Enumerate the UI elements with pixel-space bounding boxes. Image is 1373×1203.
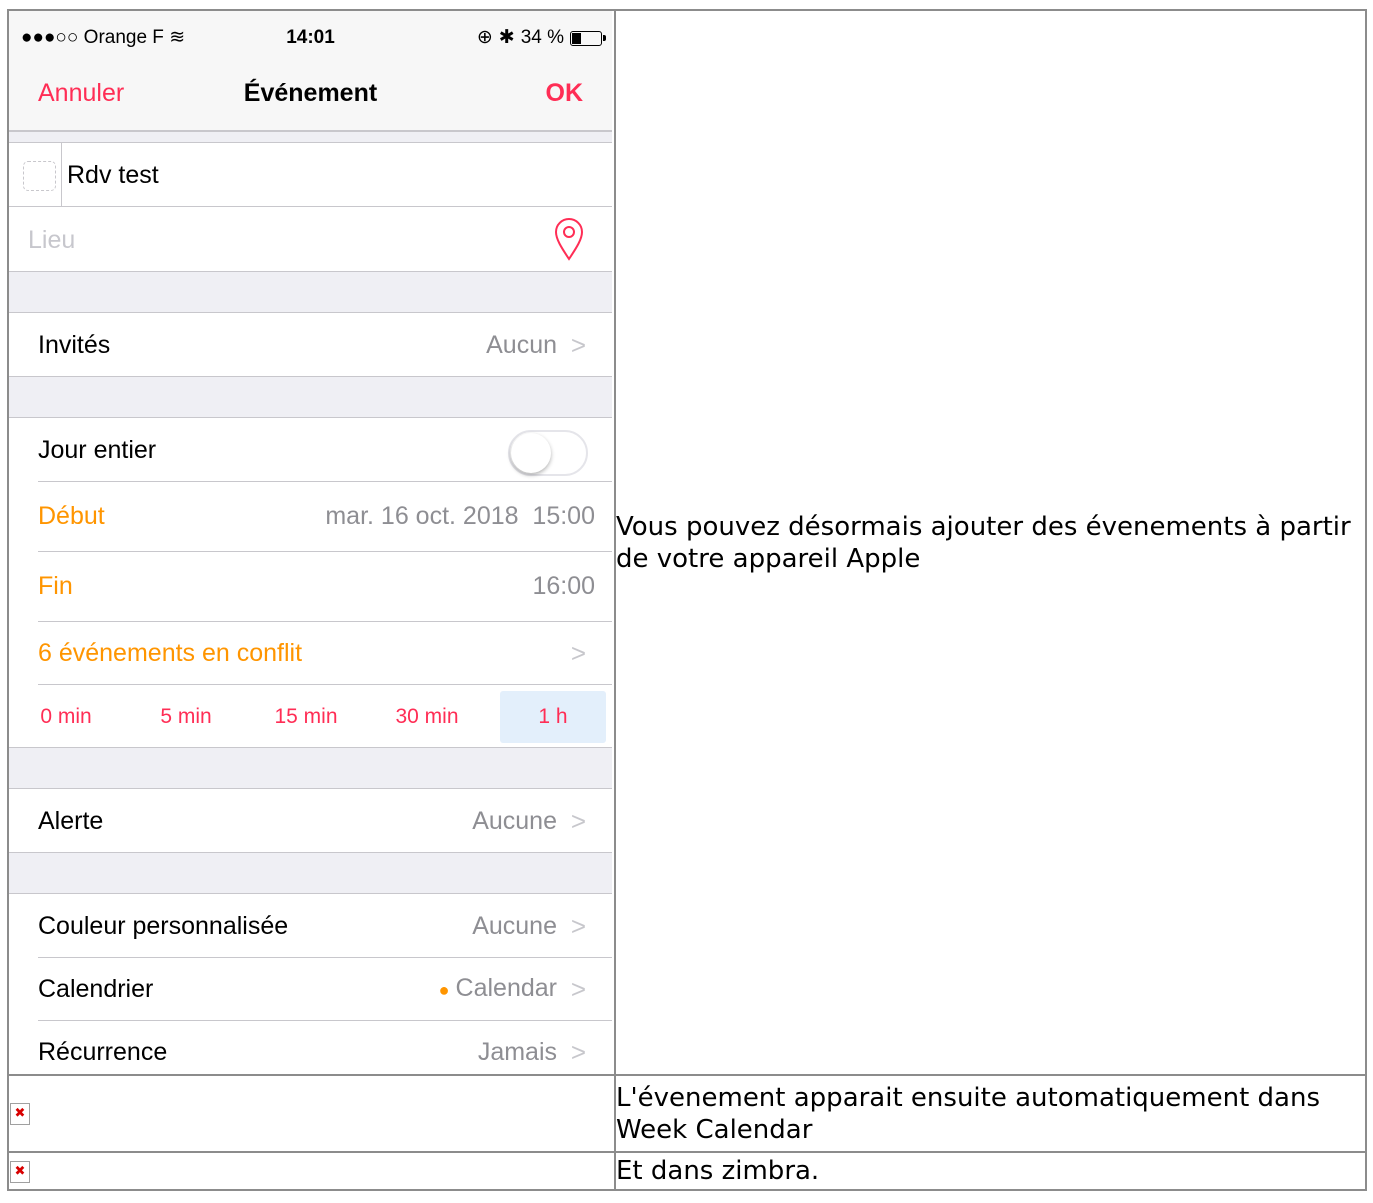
chevron-right-icon: > (570, 329, 586, 360)
chevron-right-icon: > (570, 973, 586, 1004)
duration-1h[interactable]: 1 h (500, 691, 606, 743)
invitees-group: Invités Aucun > (9, 313, 612, 377)
calendar-value: ● Calendar (439, 972, 557, 1006)
custom-color-row[interactable]: Couleur personnalisée Aucune > (9, 894, 612, 957)
invitees-value: Aucun (486, 330, 557, 359)
status-bar: ●●●○○ Orange F ≋ 14:01 ⊕ ✱ 34 % (9, 11, 612, 55)
image-cell-3: ✖ (7, 1151, 616, 1191)
doc-table: ●●●○○ Orange F ≋ 14:01 ⊕ ✱ 34 % Annuler … (7, 9, 1367, 1191)
status-right: ⊕ ✱ 34 % (476, 22, 606, 54)
recurrence-row[interactable]: Récurrence Jamais > (9, 1020, 612, 1074)
title-divider (61, 143, 62, 206)
duration-picker: 0 min 5 min 15 min 30 min 1 h (9, 684, 612, 747)
alert-group: Alerte Aucune > (9, 789, 612, 853)
time-group: Jour entier Début mar. 16 oct. 2018 15:0… (9, 418, 612, 748)
image-cell-2: ✖ (7, 1074, 616, 1153)
conflicts-row[interactable]: 6 événements en conflit > (9, 621, 612, 684)
nav-bar: Annuler Événement OK (9, 55, 612, 132)
alert-label: Alerte (38, 806, 104, 835)
event-checkbox-icon[interactable] (23, 161, 56, 191)
recurrence-value: Jamais (477, 1037, 557, 1066)
nav-title: Événement (243, 79, 378, 107)
duration-0min[interactable]: 0 min (13, 691, 119, 743)
chevron-right-icon: > (570, 1036, 586, 1067)
broken-image-icon: ✖ (10, 1103, 30, 1125)
section-gap (9, 853, 612, 894)
recurrence-label: Récurrence (38, 1037, 168, 1066)
end-value: 16:00 (532, 572, 595, 600)
description-text: Et dans zimbra. (616, 1156, 820, 1186)
duration-15min[interactable]: 15 min (253, 691, 359, 743)
duration-30min[interactable]: 30 min (374, 691, 480, 743)
description-cell-1: Vous pouvez désormais ajouter des évenem… (614, 9, 1367, 1076)
ok-button[interactable]: OK (546, 77, 584, 109)
title-row[interactable]: Rdv test (9, 143, 612, 206)
settings-group: Couleur personnalisée Aucune > Calendrie… (9, 894, 612, 1074)
calendar-row[interactable]: Calendrier ● Calendar > (9, 957, 612, 1020)
event-title-field[interactable]: Rdv test (67, 159, 159, 191)
section-gap (9, 132, 612, 143)
chevron-right-icon: > (570, 805, 586, 836)
orientation-lock-icon: ⊕ (476, 27, 493, 48)
location-pin-icon[interactable] (554, 217, 584, 261)
calendar-label: Calendrier (38, 974, 154, 1003)
end-label: Fin (38, 572, 73, 600)
alert-row[interactable]: Alerte Aucune > (9, 789, 612, 852)
chevron-right-icon: > (570, 637, 586, 668)
screenshot-cell: ●●●○○ Orange F ≋ 14:01 ⊕ ✱ 34 % Annuler … (7, 9, 616, 1076)
description-cell-3: Et dans zimbra. (614, 1151, 1367, 1191)
all-day-row: Jour entier (9, 418, 612, 481)
bluetooth-icon: ✱ (498, 27, 515, 48)
duration-5min[interactable]: 5 min (133, 691, 239, 743)
ios-event-screenshot: ●●●○○ Orange F ≋ 14:01 ⊕ ✱ 34 % Annuler … (9, 11, 612, 1074)
alert-value: Aucune (472, 806, 557, 835)
section-gap (9, 748, 612, 789)
description-text: L'évenement apparait ensuite automatique… (616, 1082, 1320, 1145)
battery-icon (570, 30, 606, 46)
toggle-knob (511, 433, 551, 473)
invitees-row[interactable]: Invités Aucun > (9, 313, 612, 376)
chevron-right-icon: > (570, 910, 586, 941)
end-row[interactable]: Fin 16:00 (9, 551, 612, 621)
calendar-name: Calendar (455, 973, 557, 1002)
all-day-label: Jour entier (38, 435, 157, 464)
location-row[interactable]: Lieu (9, 206, 612, 271)
start-row[interactable]: Début mar. 16 oct. 2018 15:00 (9, 481, 612, 551)
description-text: Vous pouvez désormais ajouter des évenem… (616, 511, 1351, 574)
broken-image-icon: ✖ (10, 1160, 30, 1183)
title-location-group: Rdv test Lieu (9, 143, 612, 272)
conflicts-label: 6 événements en conflit (38, 638, 303, 667)
all-day-toggle[interactable] (508, 430, 588, 476)
calendar-color-dot-icon: ● (438, 979, 450, 1000)
custom-color-value: Aucune (472, 911, 557, 940)
start-label: Début (38, 502, 105, 530)
invitees-label: Invités (38, 330, 111, 359)
description-cell-2: L'évenement apparait ensuite automatique… (614, 1074, 1367, 1153)
section-gap (9, 377, 612, 418)
battery-percent: 34 % (520, 27, 564, 48)
location-field[interactable]: Lieu (28, 224, 75, 256)
custom-color-label: Couleur personnalisée (38, 911, 289, 940)
start-value: mar. 16 oct. 2018 15:00 (325, 502, 595, 530)
section-gap (9, 272, 612, 313)
